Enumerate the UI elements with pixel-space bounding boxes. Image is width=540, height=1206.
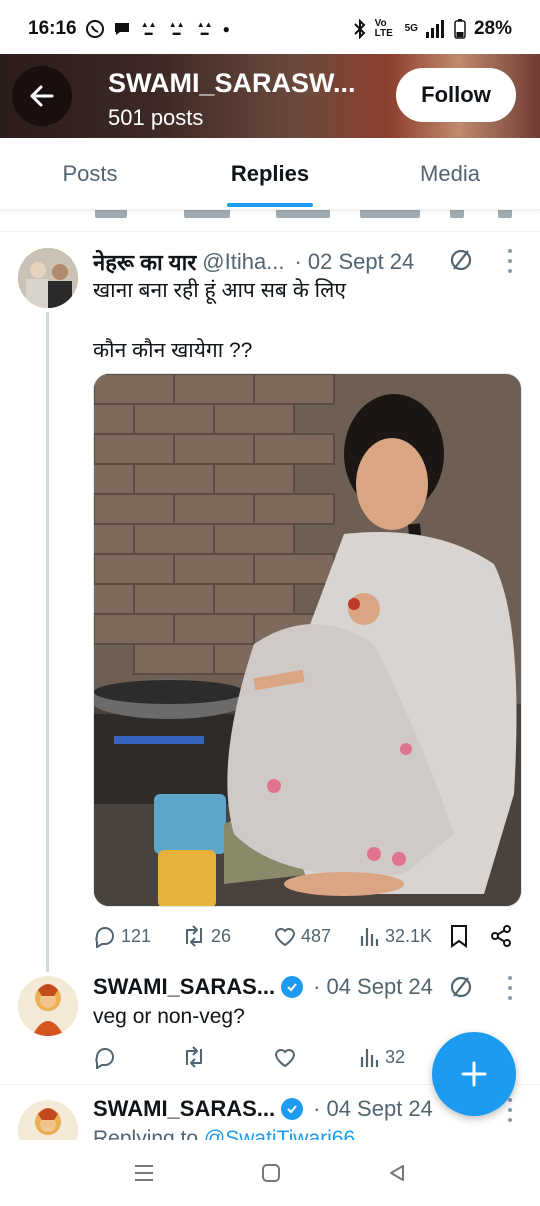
views-icon <box>360 928 379 946</box>
posts-count: 501 posts <box>108 105 204 130</box>
more-icon[interactable] <box>506 249 514 273</box>
like-button[interactable]: 487 <box>273 921 331 951</box>
view-count: 32 <box>385 1046 406 1067</box>
author-name[interactable]: SWAMI_SARAS... <box>93 974 275 1000</box>
photo-woman-cooking <box>94 374 521 906</box>
author-name[interactable]: नेहरू का यार <box>93 247 196 277</box>
reply-button[interactable]: 121 <box>93 921 151 951</box>
ban-icon <box>450 249 472 271</box>
ban-icon <box>450 976 472 998</box>
author-name[interactable]: SWAMI_SARAS... <box>93 1096 275 1122</box>
replying-to-handle[interactable]: @SwatiTiwari66 <box>204 1127 355 1140</box>
like-icon <box>274 1049 296 1068</box>
status-bar: 16:16 ▲▲ ▬ ▲▲ ▬ ▲▲ ▬ ● Vo LTE 5G 28% <box>0 0 540 58</box>
profile-title: SWAMI_SARASW... <box>108 68 356 98</box>
verified-icon <box>281 976 304 998</box>
tab-media[interactable]: Media <box>360 138 540 209</box>
tweet-text: खाना बना रही हूं आप सब के लिए <box>93 279 346 302</box>
system-nav-bar <box>0 1140 540 1206</box>
news-app-icon: ▲▲ ▬ <box>168 20 185 37</box>
compose-button[interactable] <box>432 1032 516 1116</box>
volte-indicator: Vo LTE <box>374 18 393 39</box>
avatar[interactable] <box>18 976 78 1036</box>
back-button[interactable] <box>12 66 72 126</box>
like-count: 487 <box>301 925 332 946</box>
share-button[interactable] <box>489 921 513 951</box>
tweet-date[interactable]: 04 Sept 24 <box>326 1096 432 1122</box>
views-button[interactable]: 32 <box>359 1042 405 1072</box>
tab-replies[interactable]: Replies <box>180 138 360 209</box>
news-app-icon: ▲▲ ▬ <box>140 20 157 37</box>
signal-icon <box>425 20 444 38</box>
active-tab-indicator <box>227 203 313 207</box>
avatar-image <box>18 976 78 1036</box>
view-count: 32.1K <box>385 925 433 946</box>
share-icon <box>491 925 511 947</box>
home-icon[interactable] <box>261 1163 281 1183</box>
tweet-image[interactable] <box>93 373 522 907</box>
tweet-date[interactable]: 02 Sept 24 <box>308 249 414 275</box>
author-handle[interactable]: @Itiha... <box>202 249 284 275</box>
views-icon <box>360 1049 379 1067</box>
bookmark-button[interactable] <box>449 921 469 951</box>
more-icon[interactable] <box>506 976 514 1000</box>
retweet-count: 26 <box>211 925 232 946</box>
battery-percent: 28% <box>473 18 512 39</box>
plus-icon <box>461 1061 487 1087</box>
back-nav-icon[interactable] <box>387 1163 407 1183</box>
retweet-button[interactable] <box>181 1042 207 1072</box>
news-app-icon: ▲▲ ▬ <box>196 20 213 37</box>
tweet[interactable]: नेहरू का यार @Itiha... · 02 Sept 24 खाना… <box>0 232 540 972</box>
tweet-text: veg or non-veg? <box>93 1005 245 1028</box>
replying-to: Replying to @SwatiTiwari66 <box>93 1124 355 1140</box>
bluetooth-icon <box>353 19 366 39</box>
recent-apps-icon[interactable] <box>133 1163 155 1183</box>
bookmark-icon <box>451 925 467 948</box>
tweet-date[interactable]: 04 Sept 24 <box>326 974 432 1000</box>
avatar[interactable] <box>18 1100 78 1140</box>
chat-icon <box>114 23 129 35</box>
more-icon[interactable] <box>506 1098 514 1122</box>
follow-button[interactable]: Follow <box>396 68 516 122</box>
whatsapp-icon <box>85 20 104 38</box>
like-icon <box>274 928 296 947</box>
thread-line <box>46 312 49 972</box>
like-button[interactable] <box>273 1042 297 1072</box>
views-button[interactable]: 32.1K <box>359 921 432 951</box>
notification-dot-icon: ● <box>222 22 230 36</box>
retweet-button[interactable]: 26 <box>181 921 231 951</box>
reply-icon <box>95 926 114 948</box>
profile-tabs: Posts Replies Media <box>0 138 540 210</box>
profile-header: SWAMI_SARASW... 501 posts Follow <box>0 54 540 138</box>
tweet-actions: 121 26 487 32.1K <box>93 921 523 951</box>
network-type: 5G <box>404 23 418 34</box>
reply-icon <box>95 1047 114 1069</box>
retweet-icon <box>186 1046 202 1068</box>
battery-icon <box>454 19 466 39</box>
avatar[interactable] <box>18 248 78 308</box>
tab-posts[interactable]: Posts <box>0 138 180 209</box>
tweet-text: कौन कौन खायेगा ?? <box>93 339 253 362</box>
retweet-icon <box>186 925 202 947</box>
back-arrow-icon <box>30 85 54 107</box>
verified-icon <box>281 1098 304 1120</box>
status-time: 16:16 <box>28 18 77 39</box>
avatar-image <box>18 1100 78 1140</box>
reply-count: 121 <box>121 925 152 946</box>
avatar-image <box>18 248 78 308</box>
reply-button[interactable] <box>93 1042 117 1072</box>
